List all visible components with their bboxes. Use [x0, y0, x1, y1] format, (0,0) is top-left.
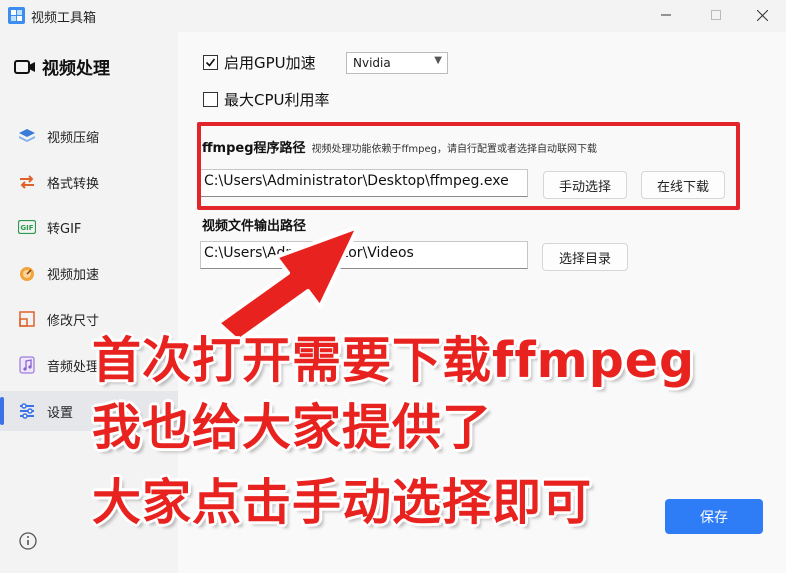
- settings-icon: [17, 401, 37, 421]
- gpu-checkbox-label: 启用GPU加速: [224, 54, 316, 72]
- cpu-checkbox-label: 最大CPU利用率: [224, 91, 330, 109]
- sidebar-item-label: 视频压缩: [47, 130, 100, 146]
- close-button[interactable]: [747, 4, 777, 26]
- window-title: 视频工具箱: [31, 11, 97, 26]
- layers-icon: [17, 126, 37, 146]
- svg-text:GIF: GIF: [20, 224, 33, 232]
- cpu-checkbox-row[interactable]: 最大CPU利用率: [203, 89, 330, 110]
- minimize-icon: [661, 10, 671, 20]
- app-logo-icon: [8, 7, 25, 24]
- annotation-line-1: 首次打开需要下载ffmpeg: [92, 332, 696, 389]
- gpu-checkbox-row[interactable]: 启用GPU加速: [203, 52, 316, 73]
- sidebar-item-label: 转GIF: [47, 221, 82, 237]
- title-bar: 视频工具箱: [0, 0, 786, 32]
- music-icon: [17, 355, 37, 375]
- maximize-button[interactable]: [701, 4, 731, 26]
- sidebar-item-label: 视频加速: [47, 267, 100, 283]
- sidebar-item-speed[interactable]: 视频加速: [0, 253, 178, 293]
- sidebar-header: 视频处理: [14, 54, 110, 79]
- resize-icon: [17, 309, 37, 329]
- gpu-select-value: Nvidia: [353, 56, 391, 70]
- highlight-box: [197, 122, 740, 210]
- sidebar-item-label: 修改尺寸: [47, 313, 100, 329]
- speed-icon: [17, 263, 37, 283]
- sidebar-item-label: 格式转换: [47, 176, 100, 192]
- annotation-line-2: 我也给大家提供了: [92, 399, 493, 456]
- sidebar-header-label: 视频处理: [42, 59, 110, 79]
- annotation-line-3: 大家点击手动选择即可: [92, 474, 593, 531]
- sidebar-item-label: 设置: [47, 405, 74, 421]
- info-icon[interactable]: [19, 532, 37, 550]
- select-directory-button[interactable]: 选择目录: [542, 243, 628, 271]
- save-button[interactable]: 保存: [665, 499, 763, 534]
- sidebar-item-convert[interactable]: 格式转换: [0, 162, 178, 202]
- convert-icon: [17, 172, 37, 192]
- maximize-icon: [711, 10, 721, 20]
- close-icon: [756, 9, 768, 21]
- sidebar-item-compress[interactable]: 视频压缩: [0, 116, 178, 156]
- video-icon: [14, 59, 36, 75]
- gpu-select[interactable]: Nvidia ▼: [346, 52, 448, 74]
- gif-icon: GIF: [17, 217, 37, 237]
- minimize-button[interactable]: [651, 4, 681, 26]
- cpu-checkbox[interactable]: [203, 92, 218, 107]
- sidebar-item-gif[interactable]: GIF 转GIF: [0, 207, 178, 247]
- gpu-checkbox[interactable]: [203, 55, 218, 70]
- chevron-down-icon: ▼: [434, 55, 442, 66]
